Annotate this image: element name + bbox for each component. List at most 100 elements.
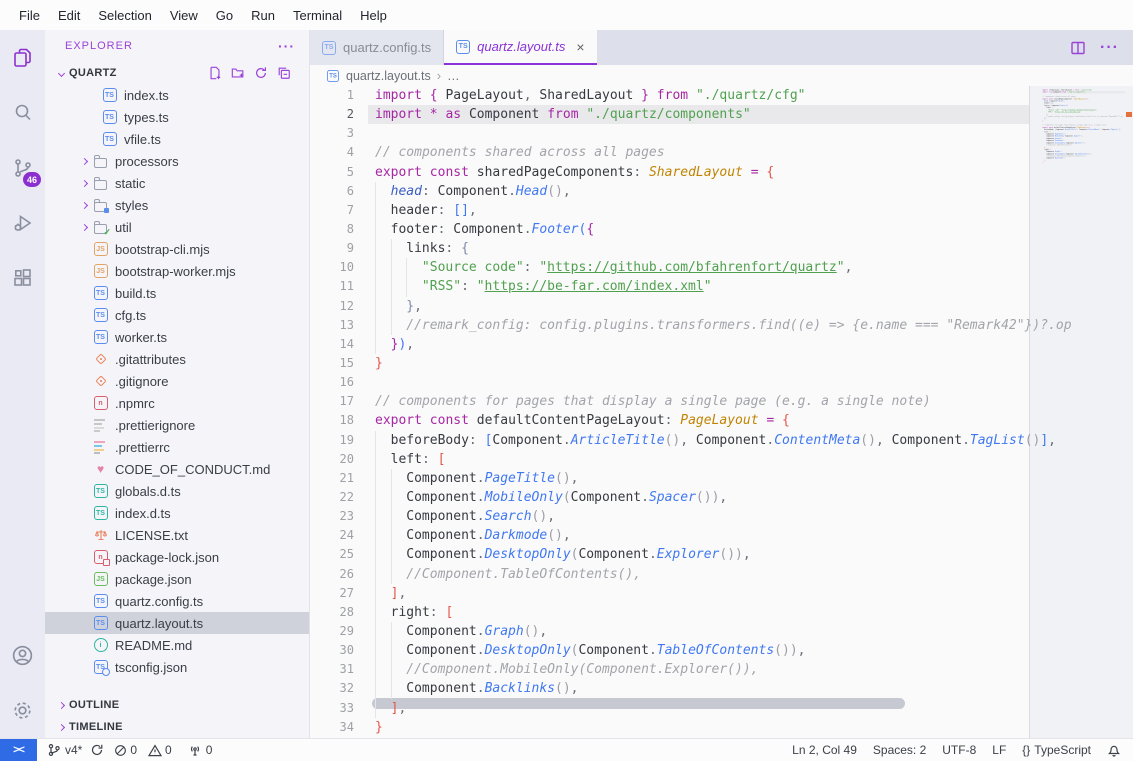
tree-item-index.d.ts[interactable]: TSindex.d.ts: [45, 502, 309, 524]
extensions-activity-button[interactable]: [0, 250, 45, 305]
tree-item-static[interactable]: static: [45, 172, 309, 194]
tree-item-build.ts[interactable]: TSbuild.ts: [45, 282, 309, 304]
tree-item-globals.d.ts[interactable]: TSglobals.d.ts: [45, 480, 309, 502]
menu-item-run[interactable]: Run: [242, 0, 284, 30]
explorer-more-actions[interactable]: ···: [278, 38, 295, 54]
code-line-20[interactable]: 20left: [: [310, 450, 1133, 469]
branch-status[interactable]: v4*: [47, 743, 104, 757]
code-line-34[interactable]: 34}: [310, 718, 1133, 737]
editor-more-actions[interactable]: ···: [1100, 39, 1119, 57]
workspace-section-header[interactable]: QUARTZ: [45, 62, 309, 84]
tree-item-CODE_OF_CONDUCT.md[interactable]: ♥CODE_OF_CONDUCT.md: [45, 458, 309, 480]
breadcrumb[interactable]: TS quartz.layout.ts › …: [310, 65, 1133, 86]
chevron-right-icon[interactable]: [76, 225, 92, 230]
section-header-timeline[interactable]: TIMELINE: [45, 716, 309, 738]
code-line-13[interactable]: 13//remark_config: config.plugins.transf…: [310, 316, 1133, 335]
code-line-18[interactable]: 18export const defaultContentPageLayout:…: [310, 411, 1133, 430]
refresh-icon[interactable]: [254, 66, 268, 80]
code-line-25[interactable]: 25Component.DesktopOnly(Component.Explor…: [310, 545, 1133, 564]
menu-item-selection[interactable]: Selection: [89, 0, 160, 30]
tree-item-vfile.ts[interactable]: TSvfile.ts: [45, 128, 309, 150]
horizontal-scrollbar[interactable]: [372, 698, 905, 709]
tree-item-styles[interactable]: styles: [45, 194, 309, 216]
accounts-button[interactable]: [0, 628, 45, 683]
code-line-2[interactable]: 2import * as Component from "./quartz/co…: [310, 105, 1133, 124]
chevron-right-icon[interactable]: [76, 181, 92, 186]
code-line-4[interactable]: 4// components shared across all pages: [310, 143, 1133, 162]
tree-item-util[interactable]: util: [45, 216, 309, 238]
code-line-15[interactable]: 15}: [310, 354, 1133, 373]
settings-button[interactable]: [0, 683, 45, 738]
tree-item-cfg.ts[interactable]: TScfg.ts: [45, 304, 309, 326]
tree-item-processors[interactable]: processors: [45, 150, 309, 172]
menu-item-edit[interactable]: Edit: [49, 0, 89, 30]
code-line-14[interactable]: 14}),: [310, 335, 1133, 354]
source-control-activity-button[interactable]: 46: [0, 140, 45, 195]
tree-item-bootstrap-cli.mjs[interactable]: JSbootstrap-cli.mjs: [45, 238, 309, 260]
new-file-icon[interactable]: [208, 66, 222, 80]
explorer-activity-button[interactable]: [0, 30, 45, 85]
code-line-7[interactable]: 7header: [],: [310, 201, 1133, 220]
code-line-30[interactable]: 30Component.DesktopOnly(Component.TableO…: [310, 641, 1133, 660]
code-line-32[interactable]: 32Component.Backlinks(),: [310, 679, 1133, 698]
tree-item-.gitattributes[interactable]: .gitattributes: [45, 348, 309, 370]
breadcrumb-file[interactable]: quartz.layout.ts: [346, 69, 431, 83]
code-line-10[interactable]: 10"Source code": "https://github.com/bfa…: [310, 258, 1133, 277]
section-header-outline[interactable]: OUTLINE: [45, 694, 309, 716]
code-line-16[interactable]: 16: [310, 373, 1133, 392]
notifications-bell[interactable]: [1107, 743, 1121, 757]
code-editor[interactable]: 1import { PageLayout, SharedLayout } fro…: [310, 86, 1133, 738]
cursor-position[interactable]: Ln 2, Col 49: [792, 743, 857, 757]
tree-item-quartz.layout.ts[interactable]: TSquartz.layout.ts: [45, 612, 309, 634]
code-line-8[interactable]: 8footer: Component.Footer({: [310, 220, 1133, 239]
code-line-12[interactable]: 12},: [310, 297, 1133, 316]
code-line-23[interactable]: 23Component.Search(),: [310, 507, 1133, 526]
menu-item-file[interactable]: File: [10, 0, 49, 30]
tree-item-package.json[interactable]: JSpackage.json: [45, 568, 309, 590]
ports-status[interactable]: 0: [188, 743, 213, 757]
close-tab-icon[interactable]: ×: [576, 39, 584, 55]
code-line-24[interactable]: 24Component.Darkmode(),: [310, 526, 1133, 545]
code-line-22[interactable]: 22Component.MobileOnly(Component.Spacer(…: [310, 488, 1133, 507]
tree-item-tsconfig.json[interactable]: TStsconfig.json: [45, 656, 309, 678]
tree-item-quartz.config.ts[interactable]: TSquartz.config.ts: [45, 590, 309, 612]
menu-item-go[interactable]: Go: [207, 0, 242, 30]
code-line-6[interactable]: 6head: Component.Head(),: [310, 182, 1133, 201]
code-line-9[interactable]: 9links: {: [310, 239, 1133, 258]
run-debug-activity-button[interactable]: [0, 195, 45, 250]
editor-tab-quartz.layout.ts[interactable]: TSquartz.layout.ts×: [444, 30, 596, 65]
tree-item-package-lock.json[interactable]: npackage-lock.json: [45, 546, 309, 568]
code-line-27[interactable]: 27],: [310, 584, 1133, 603]
code-line-21[interactable]: 21Component.PageTitle(),: [310, 469, 1133, 488]
encoding[interactable]: UTF-8: [942, 743, 976, 757]
tree-item-README.md[interactable]: iREADME.md: [45, 634, 309, 656]
chevron-right-icon[interactable]: [76, 159, 92, 164]
editor-tab-quartz.config.ts[interactable]: TSquartz.config.ts: [310, 30, 444, 65]
minimap-scrollbar-zone[interactable]: [1029, 86, 1133, 738]
code-line-31[interactable]: 31//Component.MobileOnly(Component.Explo…: [310, 660, 1133, 679]
menu-item-terminal[interactable]: Terminal: [284, 0, 351, 30]
code-line-28[interactable]: 28right: [: [310, 603, 1133, 622]
menu-item-view[interactable]: View: [161, 0, 207, 30]
search-activity-button[interactable]: [0, 85, 45, 140]
tree-item-.prettierrc[interactable]: .prettierrc: [45, 436, 309, 458]
code-line-1[interactable]: 1import { PageLayout, SharedLayout } fro…: [310, 86, 1133, 105]
code-line-5[interactable]: 5export const sharedPageComponents: Shar…: [310, 163, 1133, 182]
code-line-26[interactable]: 26//Component.TableOfContents(),: [310, 565, 1133, 584]
tree-item-.prettierignore[interactable]: .prettierignore: [45, 414, 309, 436]
sync-icon[interactable]: [90, 743, 104, 757]
tree-item-types.ts[interactable]: TStypes.ts: [45, 106, 309, 128]
tree-item-.gitignore[interactable]: .gitignore: [45, 370, 309, 392]
indentation[interactable]: Spaces: 2: [873, 743, 926, 757]
code-line-19[interactable]: 19beforeBody: [Component.ArticleTitle(),…: [310, 431, 1133, 450]
collapse-all-icon[interactable]: [277, 66, 291, 80]
new-folder-icon[interactable]: [231, 66, 245, 80]
menu-item-help[interactable]: Help: [351, 0, 396, 30]
tree-item-LICENSE.txt[interactable]: LICENSE.txt: [45, 524, 309, 546]
chevron-right-icon[interactable]: [76, 203, 92, 208]
tree-item-worker.ts[interactable]: TSworker.ts: [45, 326, 309, 348]
code-line-29[interactable]: 29Component.Graph(),: [310, 622, 1133, 641]
tree-item-index.ts[interactable]: TSindex.ts: [45, 84, 309, 106]
code-line-3[interactable]: 3: [310, 124, 1133, 143]
language-mode[interactable]: {} TypeScript: [1022, 743, 1091, 757]
